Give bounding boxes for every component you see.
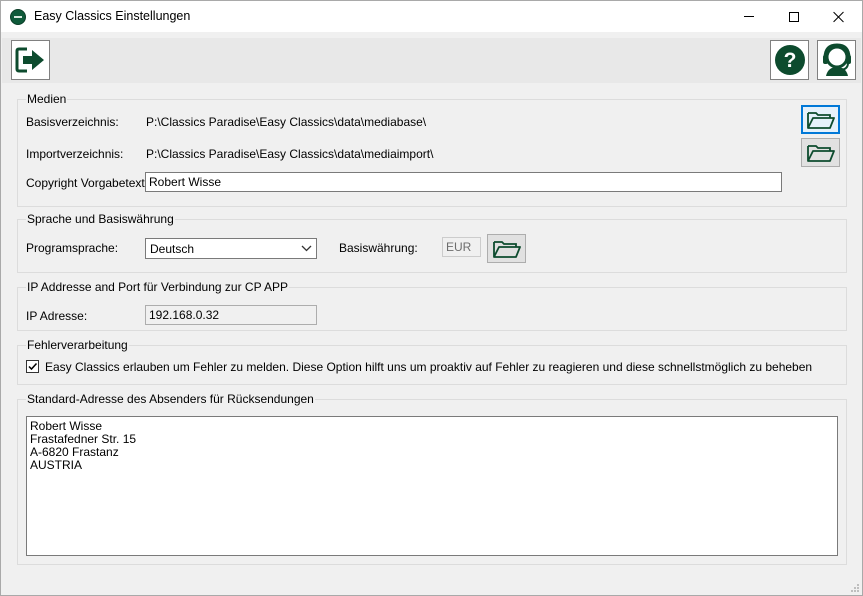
- importverzeichnis-value: P:\Classics Paradise\Easy Classics\data\…: [146, 147, 434, 161]
- headset-support-icon: [822, 43, 851, 76]
- programmsprache-select[interactable]: Deutsch: [145, 238, 317, 259]
- chevron-down-icon: [299, 241, 313, 256]
- basisverzeichnis-value: P:\Classics Paradise\Easy Classics\data\…: [146, 115, 427, 129]
- basiswaehrung-browse-button[interactable]: [487, 234, 526, 263]
- importverzeichnis-label: Importverzeichnis:: [26, 147, 124, 161]
- importverzeichnis-browse-button[interactable]: [801, 138, 840, 167]
- group-label-medien: Medien: [26, 92, 68, 106]
- open-folder-icon: [806, 111, 835, 129]
- group-label-ip: IP Addresse and Port für Verbindung zur …: [26, 280, 290, 294]
- copyright-input[interactable]: Robert Wisse: [145, 172, 782, 192]
- maximize-button[interactable]: [771, 1, 817, 32]
- basisverzeichnis-label: Basisverzeichnis:: [26, 115, 119, 129]
- support-button[interactable]: [817, 40, 856, 80]
- open-folder-icon: [492, 240, 521, 258]
- easy-classics-logo-icon: [10, 9, 26, 25]
- minimize-icon: [744, 16, 754, 17]
- svg-text:?: ?: [783, 49, 796, 72]
- group-label-sprache: Sprache und Basiswährung: [26, 212, 175, 226]
- maximize-icon: [789, 11, 799, 22]
- address-line: Frastafedner Str. 15: [30, 432, 137, 446]
- group-label-adresse: Standard-Adresse des Absenders für Rücks…: [26, 392, 315, 406]
- window-title: Easy Classics Einstellungen: [34, 9, 191, 23]
- settings-window: Easy Classics Einstellungen ? Medien Bas…: [0, 0, 863, 596]
- minimize-button[interactable]: [726, 1, 772, 32]
- copyright-label: Copyright Vorgabetext:: [26, 176, 149, 190]
- resize-grip-icon[interactable]: [850, 583, 860, 593]
- exit-arrow-icon: [15, 47, 44, 73]
- question-mark-icon: ?: [774, 45, 805, 75]
- address-line: Robert Wisse: [30, 419, 103, 433]
- exit-button[interactable]: [11, 40, 50, 80]
- toolbar: ?: [2, 38, 861, 83]
- help-button[interactable]: ?: [770, 40, 809, 80]
- error-report-checkbox[interactable]: [26, 360, 39, 373]
- ip-address-label: IP Adresse:: [26, 309, 88, 323]
- basiswaehrung-input: EUR: [442, 237, 481, 257]
- error-report-checkbox-label[interactable]: Easy Classics erlauben um Fehler zu meld…: [45, 360, 812, 374]
- group-sprache: Sprache und Basiswährung: [17, 212, 847, 273]
- address-line: AUSTRIA: [30, 458, 83, 472]
- checkmark-icon: [28, 362, 38, 371]
- programmsprache-label: Programsprache:: [26, 241, 119, 255]
- sender-address-textarea[interactable]: Robert Wisse Frastafedner Str. 15 A-6820…: [26, 416, 838, 556]
- basisverzeichnis-browse-button[interactable]: [801, 105, 840, 134]
- title-bar: Easy Classics Einstellungen: [1, 1, 862, 32]
- group-label-fehler: Fehlerverarbeitung: [26, 338, 129, 352]
- address-line: A-6820 Frastanz: [30, 445, 119, 459]
- basiswaehrung-label: Basiswährung:: [339, 241, 418, 255]
- open-folder-icon: [806, 144, 835, 162]
- ip-address-input[interactable]: 192.168.0.32: [145, 305, 317, 325]
- programmsprache-selected-value: Deutsch: [150, 242, 195, 256]
- close-icon: [833, 11, 845, 23]
- group-ip: IP Addresse and Port für Verbindung zur …: [17, 280, 847, 331]
- close-button[interactable]: [816, 1, 862, 32]
